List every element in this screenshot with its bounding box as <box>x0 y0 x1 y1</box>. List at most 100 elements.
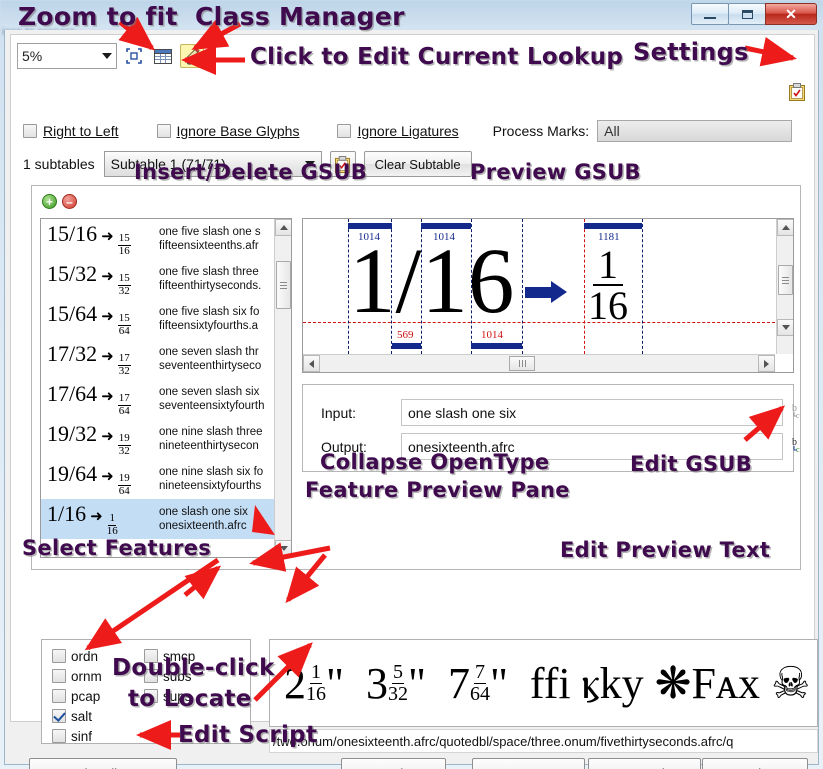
clear-subtable-button[interactable]: Clear Subtable <box>363 151 472 177</box>
annotation-collapse-line1: Collapse OpenType <box>320 450 550 474</box>
preview-hscroll-thumb[interactable] <box>509 356 535 371</box>
table-row[interactable]: 15/64 ➜ 15 64 one five slash six fo fifteensi… <box>41 299 291 339</box>
annotation-insert-delete-gsub: Insert/Delete GSUB <box>134 160 368 184</box>
feature-checkbox-salt[interactable] <box>52 709 66 723</box>
table-row[interactable]: 19/64 ➜ 19 64 one nine slash six fo nineteens… <box>41 459 291 499</box>
preview-scroll-thumb[interactable] <box>778 265 793 295</box>
apply-button[interactable]: Apply <box>341 758 446 769</box>
ok-button[interactable]: OK <box>472 758 585 769</box>
preview-scroll-right-button[interactable] <box>758 355 775 372</box>
insert-gsub-icon[interactable]: + <box>42 194 57 209</box>
right-to-left-label: Right to Left <box>43 123 119 139</box>
preview-vertical-scrollbar[interactable] <box>776 219 793 354</box>
list-vertical-scrollbar[interactable] <box>274 219 291 557</box>
preview-result-numerator: 1 <box>593 244 623 287</box>
table-row[interactable]: 17/32 ➜ 17 32 one seven slash thr seventeenth… <box>41 339 291 379</box>
list-edit-buttons: + – <box>42 194 77 209</box>
row-substitution-visual: 15/64 ➜ 15 64 <box>41 301 159 336</box>
gsub-preview-pane[interactable]: 1014 1014 1181 569 1014 1/16 1 16 <box>302 218 794 373</box>
sample-part-num-2: 7 <box>473 661 486 684</box>
scroll-thumb[interactable] <box>276 261 291 309</box>
subtable-count-label: 1 subtables <box>23 156 95 172</box>
row-output-name: nineteenthirtysecon <box>159 440 259 452</box>
close-button[interactable]: ✕ <box>765 3 817 25</box>
preview-result-fraction: 1 16 <box>588 244 628 325</box>
sample-part-num-1: 5 <box>391 661 404 684</box>
row-substitution-visual: 19/64 ➜ 19 64 <box>41 461 159 496</box>
feature-tag-sinf[interactable]: sinf <box>52 726 144 746</box>
row-result-fraction: 15 16 <box>117 232 131 257</box>
input-row: Input: one slash one six <box>321 399 783 426</box>
row-result-denominator: 16 <box>118 244 130 257</box>
feature-label-ordn: ordn <box>71 648 99 664</box>
preview-horizontal-scrollbar[interactable] <box>303 354 775 372</box>
preview-scroll-left-button[interactable] <box>303 355 320 372</box>
input-field[interactable]: one slash one six <box>401 399 783 426</box>
row-result-denominator: 64 <box>118 404 130 417</box>
feature-checkbox-ordn[interactable] <box>52 649 66 663</box>
row-input-name: one seven slash six <box>159 385 260 398</box>
annotation-double-click-line1: Double-click <box>112 655 275 681</box>
cancel-button[interactable]: Cancel <box>588 758 701 769</box>
zoom-value: 5% <box>22 48 43 64</box>
annotation-preview-gsub: Preview GSUB <box>470 160 641 184</box>
code-editor-button[interactable]: Code Editor... <box>29 758 177 769</box>
row-substitution-visual: 1/16 ➜ 1 16 <box>41 501 159 536</box>
feature-checkbox-pcap[interactable] <box>52 689 66 703</box>
help-button[interactable]: Help <box>702 758 808 769</box>
row-glyph-names: one five slash three fifteenthirtyseconds… <box>159 265 291 293</box>
row-glyph-names: one seven slash thr seventeenthirtyseco <box>159 345 291 373</box>
row-output-name: fifteensixtyfourths.a <box>159 320 259 332</box>
lookup-flags-row: Right to Left Ignore Base Glyphs Ignore … <box>23 119 813 143</box>
gsub-list-panel: + – 15/16 ➜ 15 16 one five slash one s fiftee… <box>31 185 801 570</box>
scroll-up-button[interactable] <box>275 219 291 236</box>
right-to-left-option[interactable]: Right to Left <box>23 123 119 139</box>
table-row[interactable]: 15/32 ➜ 15 32 one five slash three fifteenthi… <box>41 259 291 299</box>
feature-label-salt: salt <box>71 708 93 724</box>
ignore-base-glyphs-checkbox[interactable] <box>156 124 171 138</box>
row-source-text: 15/32 <box>47 261 98 287</box>
class-manager-icon[interactable] <box>151 44 175 68</box>
feature-label-ornm: ornm <box>71 668 102 684</box>
row-output-name: seventeenthirtyseco <box>159 360 262 372</box>
minimize-button[interactable] <box>691 3 729 25</box>
input-glyph-picker-icon[interactable]: b c <box>791 401 809 421</box>
preview-scroll-up-button[interactable] <box>777 219 793 236</box>
right-to-left-checkbox[interactable] <box>23 124 37 138</box>
scroll-down-button[interactable] <box>275 540 291 557</box>
row-arrow-icon: ➜ <box>101 389 114 406</box>
preview-scroll-down-button[interactable] <box>777 319 793 336</box>
process-marks-combo[interactable]: All <box>597 120 793 142</box>
ignore-ligatures-checkbox[interactable] <box>337 124 352 138</box>
annotation-double-click-line2: to Locate <box>128 686 252 712</box>
ignore-ligatures-option[interactable]: Ignore Ligatures <box>337 123 459 139</box>
edit-lookup-icon[interactable] <box>180 44 204 68</box>
row-result-numerator: 15 <box>117 232 131 246</box>
feature-checkbox-sinf[interactable] <box>52 729 66 743</box>
row-input-name: one five slash one s <box>159 225 261 238</box>
zoom-to-fit-icon[interactable] <box>122 44 146 68</box>
ignore-base-glyphs-option[interactable]: Ignore Base Glyphs <box>156 123 299 139</box>
row-result-denominator: 32 <box>118 284 130 297</box>
row-input-name: one seven slash thr <box>159 345 259 358</box>
rendered-sample-preview[interactable]: 2 1 16 " 3 5 32 " 7 7 64 " ffi ⳤky ❋Fᴀx … <box>269 639 818 727</box>
row-result-denominator: 64 <box>118 324 130 337</box>
row-result-fraction: 17 32 <box>117 353 131 376</box>
substitution-list[interactable]: 15/16 ➜ 15 16 one five slash one s fifteensix… <box>40 218 292 558</box>
row-source-text: 17/64 <box>47 381 98 407</box>
table-row[interactable]: 17/64 ➜ 17 64 one seven slash six seventeensi… <box>41 379 291 419</box>
window-controls: ✕ <box>691 3 817 25</box>
table-row[interactable]: 1/16 ➜ 1 16 one slash one six onesixteenth.af… <box>41 499 291 539</box>
row-input-name: one five slash three <box>159 265 259 278</box>
settings-icon[interactable] <box>789 83 805 101</box>
row-source-text: 19/64 <box>47 461 98 487</box>
row-output-name: seventeensixtyfourth <box>159 400 265 412</box>
output-glyph-picker-icon[interactable]: b c <box>791 435 809 455</box>
maximize-button[interactable] <box>728 3 766 25</box>
table-row[interactable]: 19/32 ➜ 19 32 one nine slash three nineteenth… <box>41 419 291 459</box>
table-row[interactable]: 15/16 ➜ 15 16 one five slash one s fifteensix… <box>41 219 291 259</box>
zoom-combo[interactable]: 5% <box>17 43 117 69</box>
feature-checkbox-ornm[interactable] <box>52 669 66 683</box>
delete-gsub-icon[interactable]: – <box>62 194 77 209</box>
row-result-fraction: 1 16 <box>107 513 118 537</box>
